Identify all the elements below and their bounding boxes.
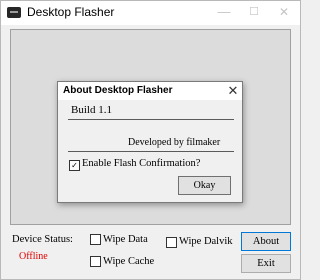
about-button[interactable]: About	[241, 232, 291, 251]
minimize-button[interactable]: —	[209, 1, 239, 25]
about-dialog: About Desktop Flasher ✕ Build 1.1 Develo…	[57, 81, 243, 203]
build-label: Build 1.1	[71, 104, 112, 116]
dialog-close-icon[interactable]: ✕	[225, 82, 241, 100]
exit-button[interactable]: Exit	[241, 254, 291, 273]
flash-confirmation-checkbox[interactable]: ✓	[69, 160, 80, 171]
dialog-title-bar[interactable]: About Desktop Flasher ✕	[58, 82, 242, 100]
divider-line	[68, 119, 234, 120]
main-window: Desktop Flasher — ☐ ✕ About Desktop Flas…	[0, 0, 301, 280]
title-bar[interactable]: Desktop Flasher — ☐ ✕	[1, 1, 300, 25]
window-title: Desktop Flasher	[27, 5, 115, 19]
device-status-label: Device Status:	[12, 234, 73, 245]
flash-confirmation-label[interactable]: Enable Flash Confirmation?	[82, 158, 200, 169]
maximize-button[interactable]: ☐	[239, 1, 269, 25]
wipe-data-checkbox[interactable]	[90, 234, 101, 245]
device-status-value: Offline	[19, 251, 48, 262]
wipe-cache-checkbox[interactable]	[90, 256, 101, 267]
app-icon	[7, 7, 21, 18]
developer-label: Developed by filmaker	[128, 137, 221, 148]
okay-button[interactable]: Okay	[178, 176, 231, 195]
wipe-data-label[interactable]: Wipe Data	[103, 234, 148, 245]
dialog-title: About Desktop Flasher	[63, 85, 173, 96]
close-button[interactable]: ✕	[269, 1, 299, 25]
wipe-dalvik-label[interactable]: Wipe Dalvik	[179, 236, 233, 247]
wipe-cache-label[interactable]: Wipe Cache	[103, 256, 154, 267]
divider-line	[68, 151, 234, 152]
wipe-dalvik-checkbox[interactable]	[166, 237, 177, 248]
